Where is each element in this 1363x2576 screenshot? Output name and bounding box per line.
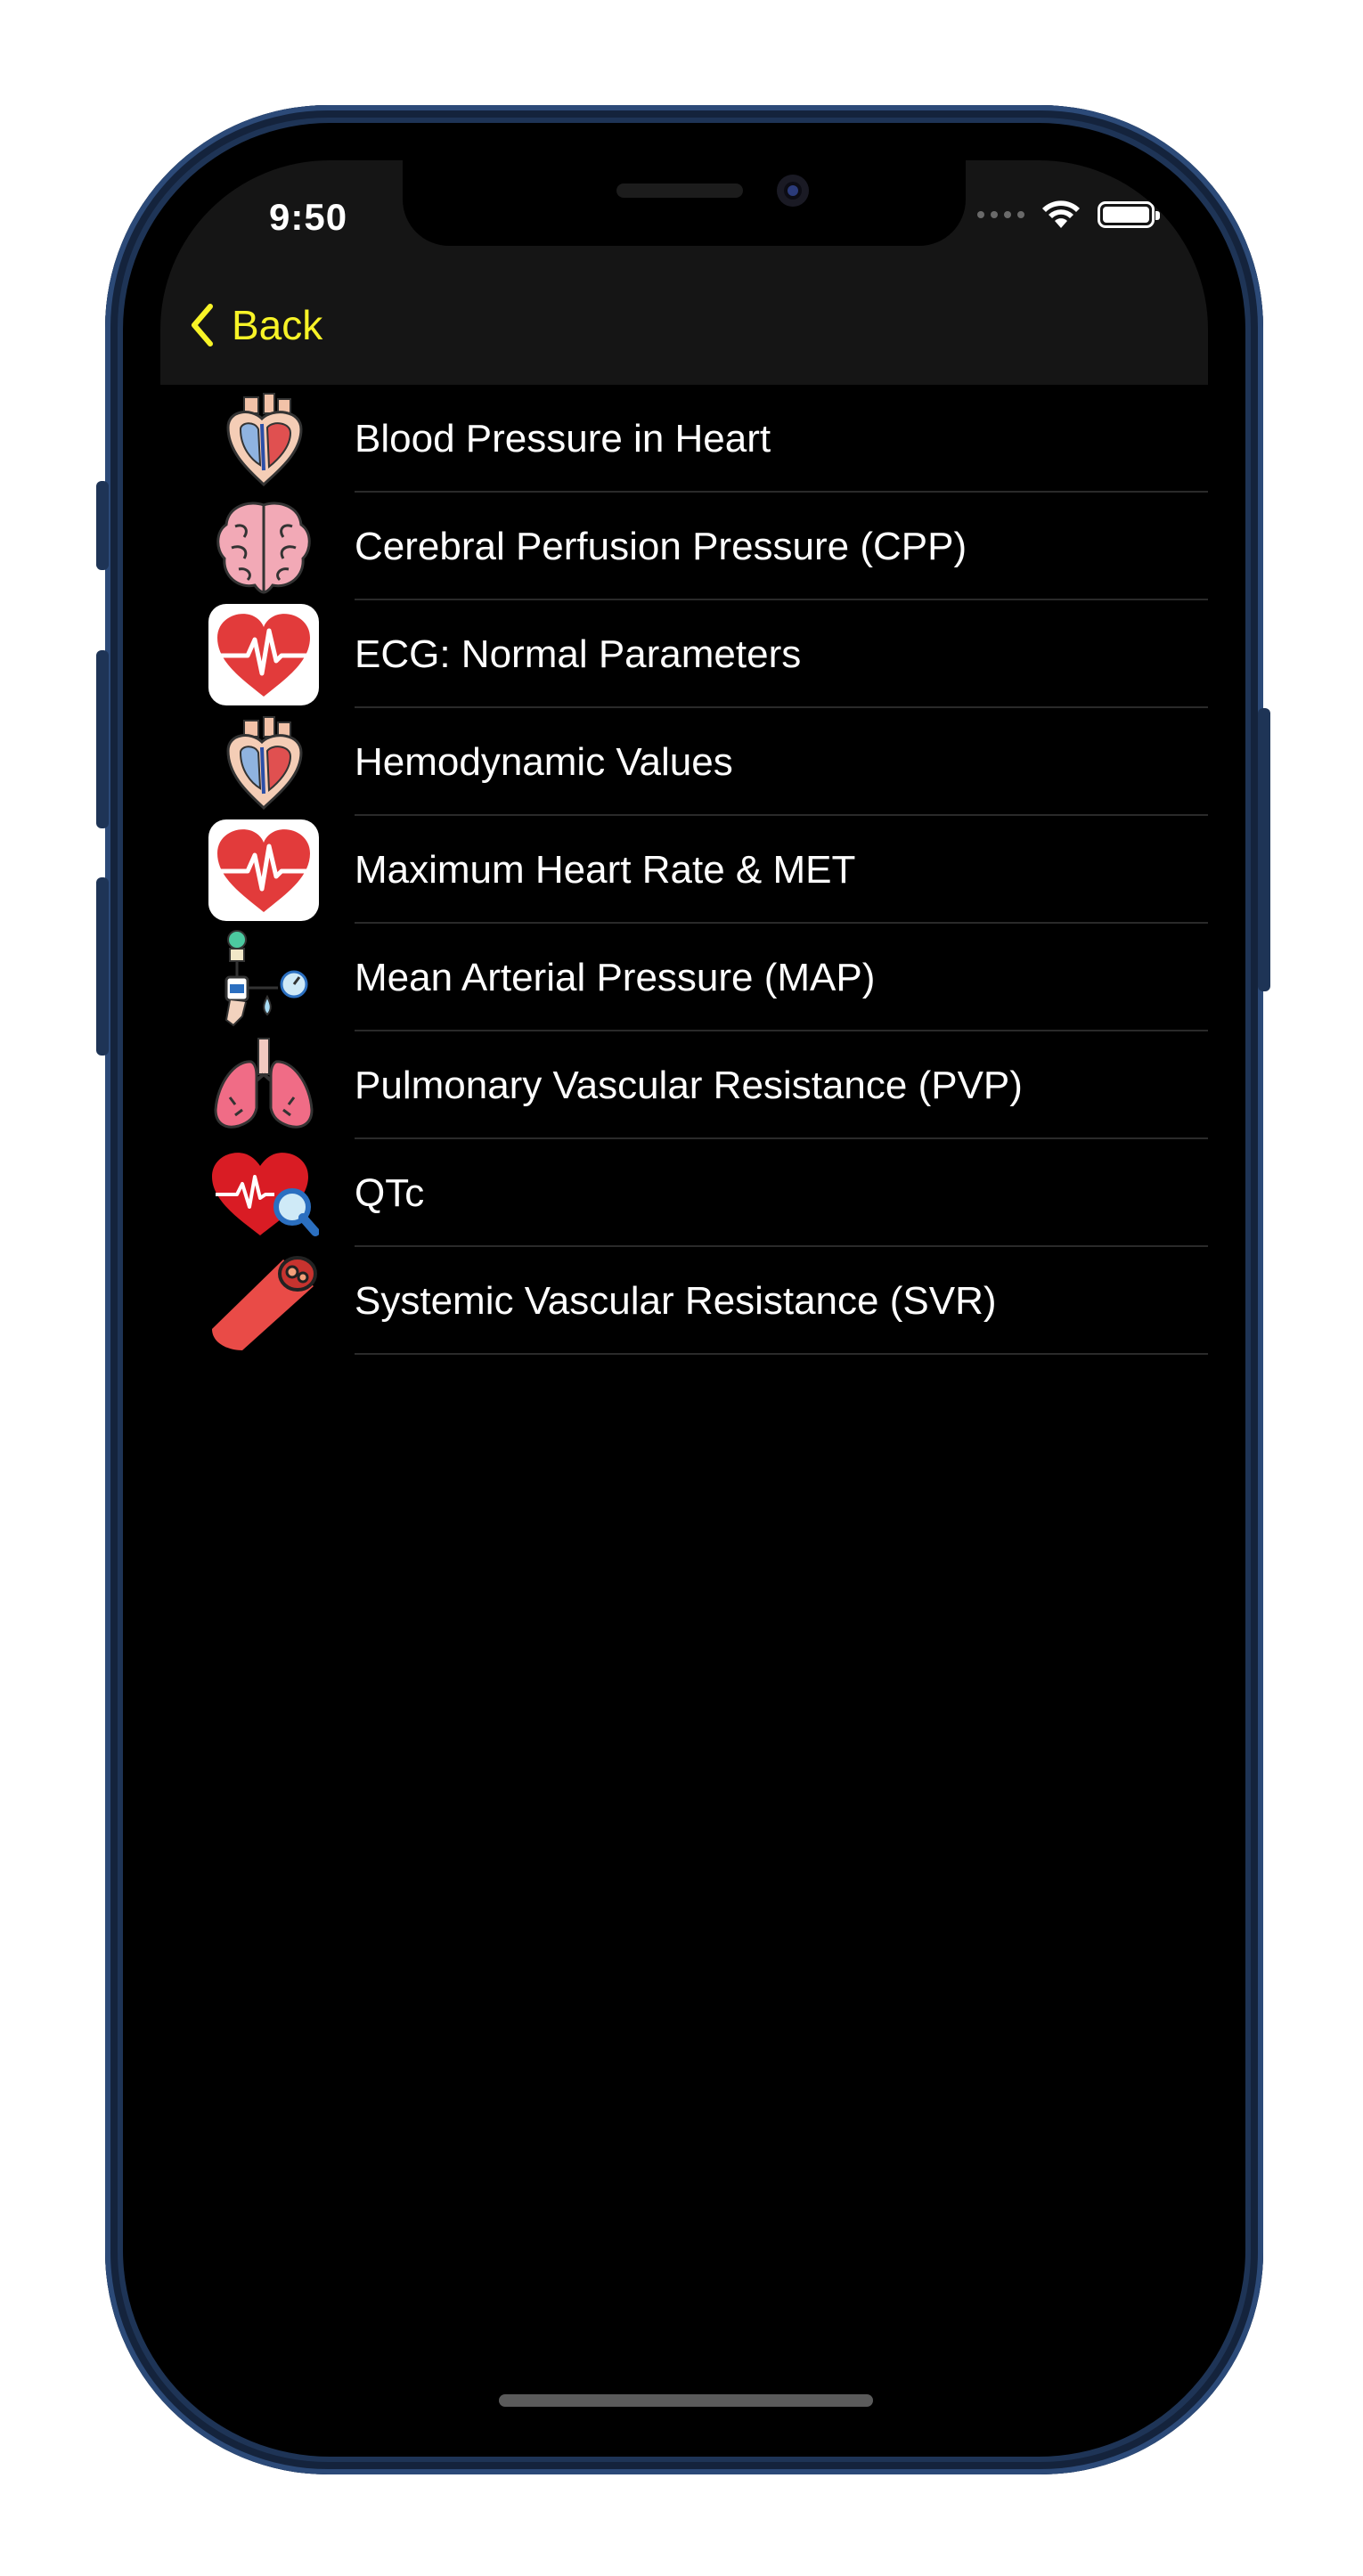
separator — [355, 1353, 1208, 1355]
heart-ecg-icon — [208, 819, 319, 921]
front-camera — [777, 175, 809, 207]
brain-icon — [216, 501, 311, 594]
heart-anatomy-icon — [226, 716, 303, 811]
chevron-left-icon — [192, 304, 213, 346]
list-item[interactable]: Mean Arterial Pressure (MAP) — [160, 924, 1208, 1031]
volume-down-button — [96, 877, 109, 1056]
list-item[interactable]: ECG: Normal Parameters — [160, 600, 1208, 708]
list-item[interactable]: Systemic Vascular Resistance (SVR) — [160, 1247, 1208, 1355]
list-item-label: ECG: Normal Parameters — [355, 632, 802, 676]
battery-icon — [1098, 201, 1160, 228]
heart-ecg-icon — [208, 604, 319, 705]
screen: 9:50 Back Blood Pressure in Heart Cerebr… — [160, 160, 1208, 2439]
list-item-label: QTc — [355, 1170, 425, 1215]
status-indicators — [977, 200, 1160, 230]
heart-magnifier-icon — [212, 1153, 319, 1236]
list-item-label: Hemodynamic Values — [355, 739, 733, 784]
list-item[interactable]: Pulmonary Vascular Resistance (PVP) — [160, 1031, 1208, 1139]
mute-switch — [96, 481, 109, 570]
list-item[interactable]: Maximum Heart Rate & MET — [160, 816, 1208, 924]
list-item[interactable]: Hemodynamic Values — [160, 708, 1208, 816]
list-item-label: Pulmonary Vascular Resistance (PVP) — [355, 1063, 1023, 1107]
speaker — [616, 183, 743, 198]
list-item[interactable]: QTc — [160, 1139, 1208, 1247]
lungs-icon — [214, 1038, 314, 1129]
home-indicator[interactable] — [499, 2394, 873, 2407]
blood-vessel-icon — [212, 1256, 317, 1350]
cellular-signal-icon — [977, 211, 1024, 218]
back-button[interactable]: Back — [187, 301, 322, 349]
back-label: Back — [232, 302, 323, 348]
volume-up-button — [96, 650, 109, 828]
list-item[interactable]: Blood Pressure in Heart — [160, 385, 1208, 493]
status-time: 9:50 — [269, 196, 348, 238]
list-item-label: Blood Pressure in Heart — [355, 416, 771, 461]
list-item-label: Systemic Vascular Resistance (SVR) — [355, 1278, 997, 1323]
list-item-label: Maximum Heart Rate & MET — [355, 847, 856, 892]
power-button — [1258, 708, 1270, 991]
list-item-label: Cerebral Perfusion Pressure (CPP) — [355, 524, 967, 568]
heart-anatomy-icon — [226, 393, 303, 487]
wifi-icon — [1042, 200, 1080, 228]
list-item-label: Mean Arterial Pressure (MAP) — [355, 955, 876, 999]
notch — [403, 160, 966, 246]
topic-list: Blood Pressure in Heart Cerebral Perfusi… — [160, 385, 1208, 1355]
list-item[interactable]: Cerebral Perfusion Pressure (CPP) — [160, 493, 1208, 600]
blood-pressure-cuff-icon — [224, 930, 308, 1027]
